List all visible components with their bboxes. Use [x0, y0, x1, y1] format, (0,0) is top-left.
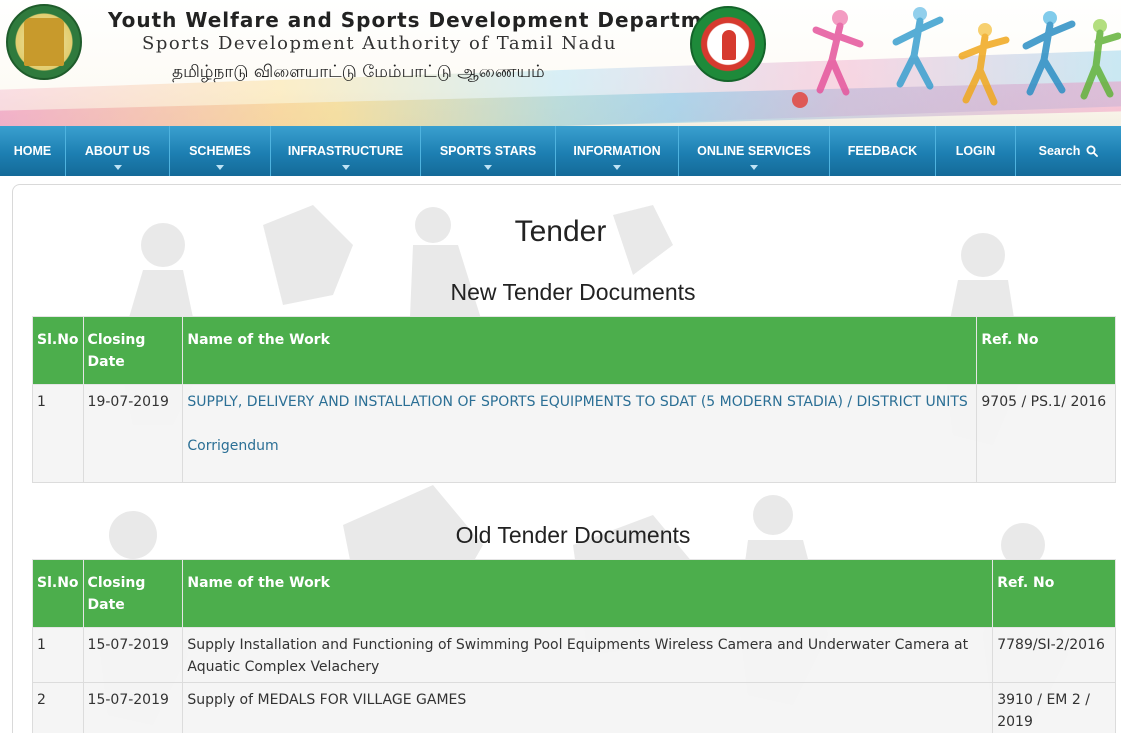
authority-subtitle: Sports Development Authority of Tamil Na…: [142, 33, 617, 54]
main-navigation: HOME ABOUT US SCHEMES INFRASTRUCTURE SPO…: [0, 126, 1121, 176]
nav-item-about-us[interactable]: ABOUT US: [66, 126, 170, 176]
nav-item-information[interactable]: INFORMATION: [556, 126, 679, 176]
cell-closing-date: 19-07-2019: [82, 384, 184, 483]
caret-down-icon: [341, 165, 350, 170]
nav-item-sports-stars[interactable]: SPORTS STARS: [421, 126, 556, 176]
header-banner: Youth Welfare and Sports Development Dep…: [0, 0, 1121, 126]
cell-ref-no: 9705 / PS.1/ 2016: [976, 384, 1116, 483]
table-row: 2 15-07-2019 Supply of MEDALS FOR VILLAG…: [32, 682, 1116, 733]
new-tenders-table: Sl.No Closing Date Name of the Work Ref.…: [32, 316, 1116, 483]
nav-item-online-services[interactable]: ONLINE SERVICES: [679, 126, 830, 176]
athlete-runner-icon: [812, 22, 864, 96]
cell-sl-no: 2: [32, 682, 84, 733]
caret-down-icon: [113, 165, 122, 170]
cell-sl-no: 1: [32, 384, 84, 483]
cell-closing-date: 15-07-2019: [82, 627, 184, 683]
corrigendum-link[interactable]: Corrigendum: [187, 435, 972, 457]
athlete-tennis-icon: [1080, 29, 1121, 100]
nav-item-label: SPORTS STARS: [439, 144, 537, 158]
football-icon: [792, 92, 808, 108]
nav-item-login[interactable]: LOGIN: [936, 126, 1016, 176]
table-header-row: Sl.No Closing Date Name of the Work Ref.…: [32, 559, 1116, 628]
table-row: 1 19-07-2019 SUPPLY, DELIVERY AND INSTAL…: [32, 384, 1116, 483]
nav-item-label: SCHEMES: [189, 144, 251, 158]
header-sl-no: Sl.No: [32, 316, 84, 385]
sdat-logo-icon[interactable]: [690, 6, 766, 82]
page-title: Tender: [514, 215, 607, 248]
caret-down-icon: [216, 165, 224, 170]
nav-item-label: HOME: [13, 144, 52, 158]
header-name-of-work: Name of the Work: [182, 559, 994, 628]
athlete-hockey-icon: [958, 33, 1010, 106]
nav-item-infrastructure[interactable]: INFRASTRUCTURE: [271, 126, 421, 176]
tamil-nadu-emblem-icon[interactable]: [6, 4, 82, 80]
authority-tamil-title: தமிழ்நாடு விளையாட்டு மேம்பாட்டு ஆணையம்: [172, 62, 545, 82]
nav-item-label: INFORMATION: [573, 144, 661, 158]
header-ref-no: Ref. No: [992, 559, 1116, 628]
cell-ref-no: 7789/SI-2/2016: [992, 627, 1116, 683]
new-tenders-heading: New Tender Documents: [450, 279, 696, 305]
search-label: Search: [1038, 144, 1081, 158]
nav-item-schemes[interactable]: SCHEMES: [170, 126, 271, 176]
old-tenders-heading: Old Tender Documents: [455, 522, 691, 548]
emblem-gopuram-icon: [24, 18, 64, 66]
header-ref-no: Ref. No: [976, 316, 1116, 385]
cell-sl-no: 1: [32, 627, 84, 683]
old-tenders-table: Sl.No Closing Date Name of the Work Ref.…: [32, 559, 1116, 733]
nav-item-label: ABOUT US: [84, 144, 151, 158]
caret-down-icon: [484, 165, 492, 170]
cell-closing-date: 15-07-2019: [82, 682, 184, 733]
nav-item-label: INFRASTRUCTURE: [287, 144, 404, 158]
athletes-illustration-icon: [792, 7, 1121, 108]
tender-document-link[interactable]: SUPPLY, DELIVERY AND INSTALLATION OF SPO…: [187, 394, 967, 410]
table-row: 1 15-07-2019 Supply Installation and Fun…: [32, 627, 1116, 683]
cell-name-of-work: Supply of MEDALS FOR VILLAGE GAMES: [182, 682, 994, 733]
nav-item-label: LOGIN: [955, 144, 996, 158]
cell-ref-no: 3910 / EM 2 / 2019: [992, 682, 1116, 733]
cell-name-of-work: SUPPLY, DELIVERY AND INSTALLATION OF SPO…: [182, 384, 978, 483]
athlete-cricketer-icon: [1022, 20, 1076, 96]
sdat-logo-figure-icon: [722, 30, 736, 60]
cell-name-of-work: Supply Installation and Functioning of S…: [182, 627, 994, 683]
nav-search-button[interactable]: Search: [1016, 126, 1121, 176]
nav-item-label: ONLINE SERVICES: [697, 144, 811, 158]
nav-item-home[interactable]: HOME: [0, 126, 66, 176]
nav-item-label: FEEDBACK: [847, 144, 918, 158]
header-name-of-work: Name of the Work: [182, 316, 978, 385]
header-closing-date: Closing Date: [82, 559, 184, 628]
department-title: Youth Welfare and Sports Development Dep…: [108, 8, 743, 32]
caret-down-icon: [613, 165, 621, 170]
header-closing-date: Closing Date: [82, 316, 184, 385]
table-header-row: Sl.No Closing Date Name of the Work Ref.…: [32, 316, 1116, 385]
search-icon: [1086, 145, 1099, 157]
athlete-jumper-icon: [892, 16, 944, 90]
caret-down-icon: [750, 165, 758, 170]
nav-item-feedback[interactable]: FEEDBACK: [830, 126, 936, 176]
header-sl-no: Sl.No: [32, 559, 84, 628]
